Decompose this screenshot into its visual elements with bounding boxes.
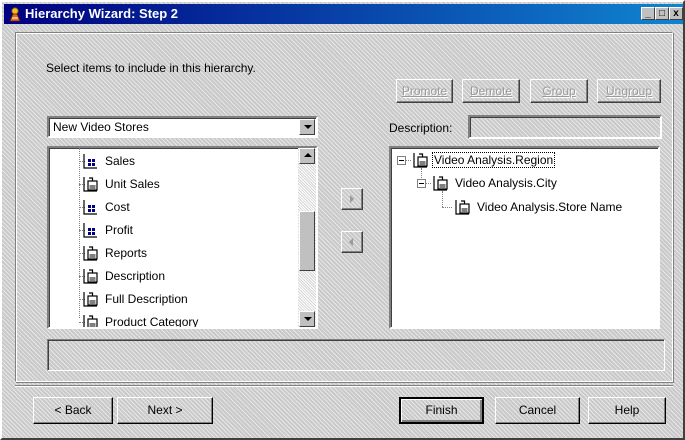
source-combo-value: New Video Stores [53, 120, 149, 134]
collapse-toggle[interactable] [417, 179, 426, 188]
finish-button[interactable]: Finish [399, 397, 484, 424]
dimension-icon [83, 269, 98, 284]
ungroup-button[interactable]: Ungroup [597, 79, 661, 103]
measure-icon [83, 223, 97, 238]
hierarchy-wizard-window: Hierarchy Wizard: Step 2 _ □ x Select it… [0, 0, 685, 440]
add-to-hierarchy-button[interactable] [341, 188, 363, 210]
minimize-icon: _ [645, 8, 651, 19]
demote-button[interactable]: Demote [462, 79, 520, 103]
promote-button[interactable]: Promote [396, 79, 453, 103]
scroll-thumb[interactable] [299, 211, 315, 271]
list-item-label: Full Description [105, 292, 188, 306]
arrow-right-icon [350, 195, 354, 203]
message-area [47, 339, 665, 371]
measure-icon [83, 154, 97, 169]
help-button[interactable]: Help [588, 397, 666, 424]
description-label: Description: [389, 121, 453, 135]
tree-node-label: Video Analysis.Region [431, 152, 556, 168]
list-item-label: Cost [105, 200, 130, 214]
arrow-up-icon [304, 153, 312, 157]
scroll-up-button[interactable] [299, 148, 315, 164]
dimension-icon [413, 153, 428, 168]
maximize-button[interactable]: □ [655, 7, 669, 20]
dimension-icon [83, 292, 98, 307]
button-separator [15, 385, 673, 387]
dimension-icon [455, 200, 470, 215]
source-combo[interactable]: New Video Stores [47, 116, 318, 138]
chevron-down-icon [304, 125, 312, 129]
arrow-left-icon [349, 238, 353, 246]
group-button[interactable]: Group [530, 79, 588, 103]
list-item-label: Description [105, 269, 166, 283]
instructions-text: Select items to include in this hierarch… [46, 61, 256, 75]
collapse-toggle[interactable] [397, 156, 406, 165]
list-item-label: Product Category [105, 315, 199, 329]
maximize-icon: □ [658, 8, 666, 19]
combo-dropdown-button[interactable] [299, 119, 315, 135]
list-item-label: Reports [105, 246, 148, 260]
back-button[interactable]: < Back [33, 397, 113, 424]
title-bar[interactable]: Hierarchy Wizard: Step 2 _ □ x [4, 4, 683, 24]
minimize-button[interactable]: _ [641, 7, 655, 20]
dimension-icon [83, 315, 98, 327]
arrow-down-icon [304, 317, 312, 321]
list-item-label: Sales [105, 154, 136, 168]
window-title: Hierarchy Wizard: Step 2 [25, 6, 179, 21]
next-button[interactable]: Next > [117, 397, 213, 424]
tree-level-line [442, 191, 443, 207]
remove-from-hierarchy-button[interactable] [341, 231, 363, 253]
tree-branch-line [442, 207, 452, 208]
dimension-icon [433, 176, 448, 191]
list-scrollbar[interactable] [298, 148, 316, 327]
wizard-icon [9, 7, 21, 22]
dimension-icon [83, 246, 98, 261]
scroll-down-button[interactable] [299, 311, 315, 327]
close-button[interactable]: x [669, 7, 683, 20]
cancel-button[interactable]: Cancel [495, 397, 580, 424]
dimension-icon [83, 177, 98, 192]
close-icon: x [673, 8, 679, 19]
measure-icon [83, 200, 97, 215]
list-tree-line [79, 148, 80, 318]
description-input[interactable] [468, 115, 662, 139]
tree-node-label: Video Analysis.City [455, 176, 557, 190]
hierarchy-tree[interactable]: Video Analysis.Region Video Analysis.Cit… [389, 146, 660, 329]
list-item-label: Profit [105, 223, 134, 237]
source-items-list[interactable]: Sales Unit Sales Cost Profit Reports Des… [47, 146, 318, 329]
tree-node-label: Video Analysis.Store Name [477, 200, 623, 214]
list-item-label: Unit Sales [105, 177, 160, 191]
